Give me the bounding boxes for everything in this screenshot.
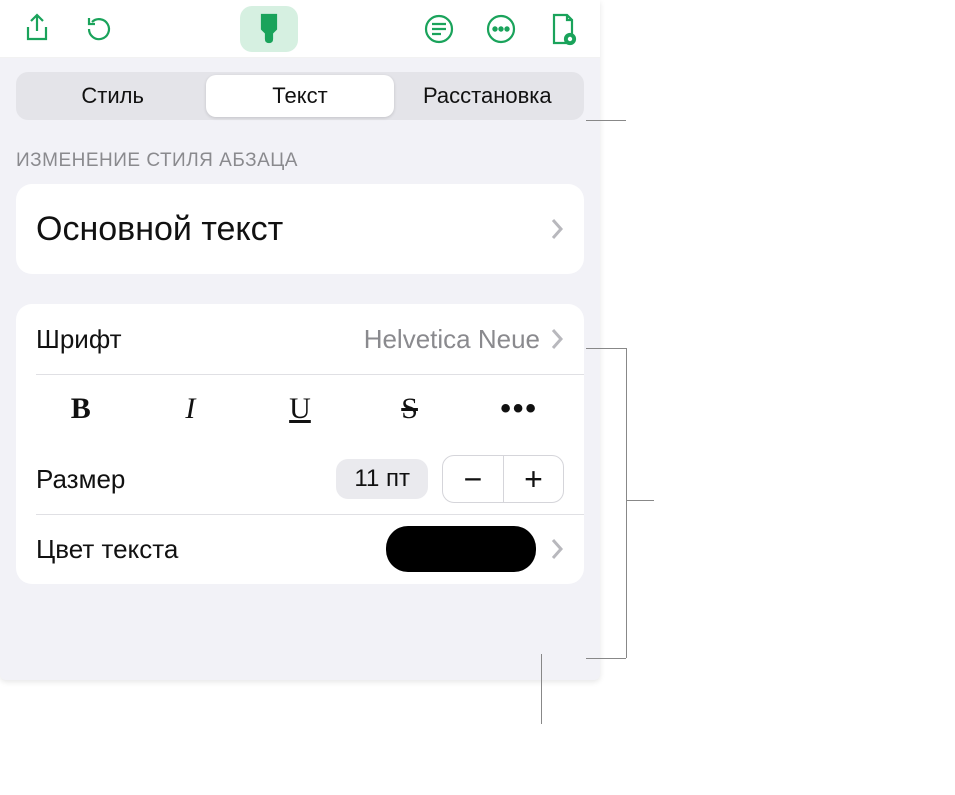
- font-row[interactable]: Шрифт Helvetica Neue: [16, 304, 584, 374]
- paragraph-style-card: Основной текст: [16, 184, 584, 274]
- format-panel: Стиль Текст Расстановка ИЗМЕНЕНИЕ СТИЛЯ …: [0, 0, 600, 680]
- paragraph-style-label: Основной текст: [36, 210, 283, 249]
- tab-text[interactable]: Текст: [206, 75, 393, 117]
- size-increase-button[interactable]: +: [503, 456, 563, 502]
- font-value: Helvetica Neue: [364, 324, 540, 355]
- undo-button[interactable]: [70, 6, 128, 52]
- more-button[interactable]: [472, 6, 530, 52]
- callout-line: [541, 654, 542, 724]
- size-label: Размер: [36, 464, 125, 495]
- paragraph-style-row[interactable]: Основной текст: [16, 184, 584, 274]
- callout-line: [586, 658, 626, 659]
- format-brush-button[interactable]: [240, 6, 298, 52]
- callout-line: [626, 348, 627, 658]
- font-card: Шрифт Helvetica Neue B I U S ••• Размер …: [16, 304, 584, 584]
- toolbar: [0, 0, 600, 58]
- document-settings-button[interactable]: [534, 6, 592, 52]
- callout-line: [586, 348, 626, 349]
- panel-body: Стиль Текст Расстановка ИЗМЕНЕНИЕ СТИЛЯ …: [0, 58, 600, 584]
- size-value-button[interactable]: 11 пт: [336, 459, 428, 499]
- callout-line: [626, 500, 654, 501]
- share-button[interactable]: [8, 6, 66, 52]
- format-tabs: Стиль Текст Расстановка: [16, 72, 584, 120]
- font-style-row: B I U S •••: [16, 374, 584, 444]
- text-color-label: Цвет текста: [36, 534, 178, 565]
- chevron-right-icon: [550, 537, 564, 561]
- italic-button[interactable]: I: [155, 392, 225, 426]
- chevron-right-icon: [550, 217, 564, 241]
- underline-button[interactable]: U: [265, 392, 335, 426]
- size-row: Размер 11 пт − +: [16, 444, 584, 514]
- tab-arrange[interactable]: Расстановка: [394, 75, 581, 117]
- font-label: Шрифт: [36, 324, 122, 355]
- section-title: ИЗМЕНЕНИЕ СТИЛЯ АБЗАЦА: [16, 150, 584, 172]
- chevron-right-icon: [550, 327, 564, 351]
- size-decrease-button[interactable]: −: [443, 456, 503, 502]
- size-stepper: − +: [442, 455, 564, 503]
- text-color-row[interactable]: Цвет текста: [16, 514, 584, 584]
- text-color-swatch[interactable]: [386, 526, 536, 572]
- callout-line: [586, 120, 626, 121]
- insert-button[interactable]: [410, 6, 468, 52]
- text-options-more-button[interactable]: •••: [484, 392, 554, 426]
- bold-button[interactable]: B: [46, 392, 116, 426]
- strike-button[interactable]: S: [375, 392, 445, 426]
- tab-style[interactable]: Стиль: [19, 75, 206, 117]
